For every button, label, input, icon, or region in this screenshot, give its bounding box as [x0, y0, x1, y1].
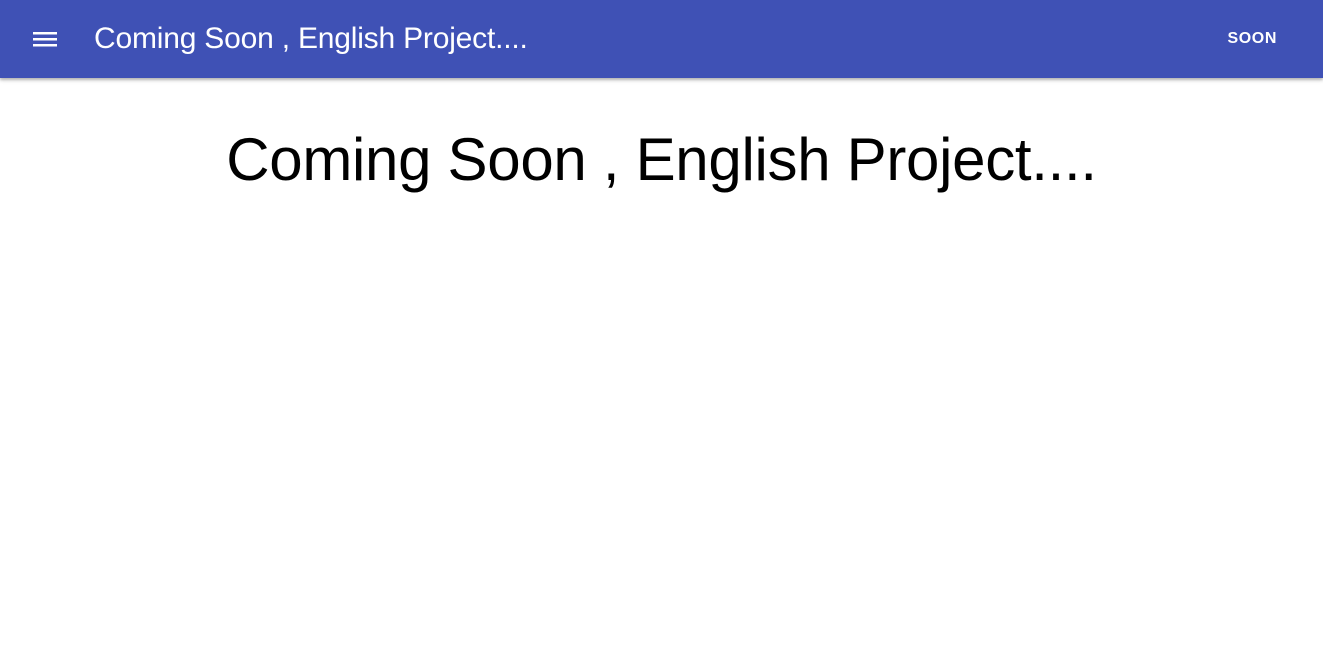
menu-button[interactable]: [21, 15, 69, 63]
page-heading: Coming Soon , English Project....: [226, 126, 1097, 193]
main-content: Coming Soon , English Project....: [0, 78, 1323, 650]
app-bar: Coming Soon , English Project.... SOON: [0, 0, 1323, 78]
soon-button[interactable]: SOON: [1211, 21, 1293, 57]
menu-icon: [33, 32, 57, 47]
app-bar-title: Coming Soon , English Project....: [94, 22, 528, 55]
